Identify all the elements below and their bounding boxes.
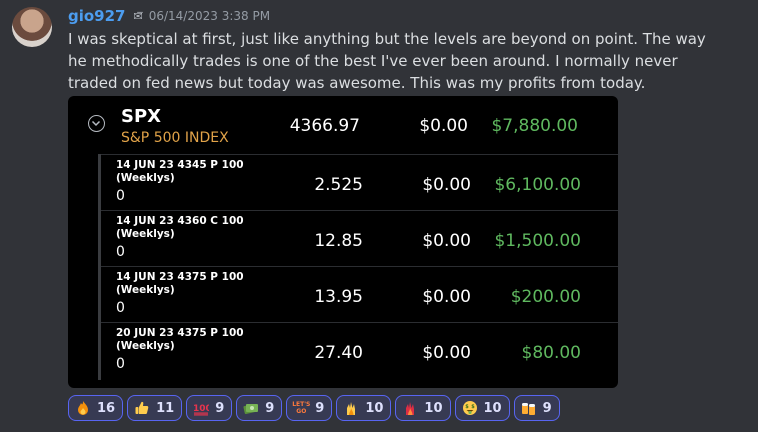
option-profit: $6,100.00 xyxy=(494,175,581,195)
option-contract: 14 JUN 23 4375 P 100 (Weeklys) xyxy=(116,271,244,296)
option-contract: 14 JUN 23 4345 P 100 (Weeklys) xyxy=(116,159,244,184)
option-cost: $0.00 xyxy=(422,343,471,363)
svg-text:$: $ xyxy=(471,404,475,410)
position-rows: 14 JUN 23 4345 P 100 (Weeklys) 0 2.525 $… xyxy=(98,154,618,380)
position-cost: $0.00 xyxy=(419,116,468,136)
reaction-beer[interactable]: 9 xyxy=(513,395,560,421)
option-price: 12.85 xyxy=(314,231,363,251)
money-face-emoji-icon: $ $ xyxy=(462,400,478,416)
reaction-thumbs-up[interactable]: 11 xyxy=(127,395,183,421)
thumbs-up-emoji-icon xyxy=(134,400,150,416)
beer-emoji-icon xyxy=(521,400,537,416)
message-text: I was skeptical at first, just like anyt… xyxy=(68,30,706,92)
user-avatar[interactable] xyxy=(12,7,52,47)
option-profit: $80.00 xyxy=(521,343,581,363)
position-row[interactable]: 14 JUN 23 4375 P 100 (Weeklys) 0 13.95 $… xyxy=(101,266,618,323)
reaction-money[interactable]: 9 xyxy=(236,395,283,421)
reaction-count: 11 xyxy=(156,400,175,416)
reaction-count: 9 xyxy=(542,400,552,416)
fire-hand-emoji-icon xyxy=(343,400,359,416)
position-row[interactable]: 20 JUN 23 4375 P 100 (Weeklys) 0 27.40 $… xyxy=(101,322,618,379)
reaction-fire[interactable]: 16 xyxy=(68,395,124,421)
reaction-count: 16 xyxy=(97,400,116,416)
reaction-money-face[interactable]: $ $ 10 xyxy=(454,395,510,421)
position-profit: $7,880.00 xyxy=(491,116,578,136)
reactions-bar: 16 11 100 9 9 LET'S GO 9 10 10 $ $ 10 9 xyxy=(68,395,560,421)
collapse-chevron-icon[interactable] xyxy=(88,115,105,132)
option-contract: 14 JUN 23 4360 C 100 (Weeklys) xyxy=(116,215,244,240)
reaction-lets-go[interactable]: LET'S GO 9 xyxy=(286,395,333,421)
timestamp: 06/14/2023 3:38 PM xyxy=(148,9,271,23)
option-contract: 20 JUN 23 4375 P 100 (Weeklys) xyxy=(116,327,244,352)
option-price: 27.40 xyxy=(314,343,363,363)
username[interactable]: gio927 xyxy=(68,7,126,25)
fire-emoji-icon xyxy=(75,400,91,416)
reaction-hundred[interactable]: 100 9 xyxy=(186,395,233,421)
option-quantity: 0 xyxy=(116,244,125,260)
position-symbol: SPX xyxy=(121,106,162,127)
svg-text:$: $ xyxy=(465,404,469,410)
option-profit: $1,500.00 xyxy=(494,231,581,251)
user-badge-icon: ✉̅ xyxy=(133,9,143,23)
option-profit: $200.00 xyxy=(510,287,581,307)
reaction-red-fire-hand[interactable]: 10 xyxy=(395,395,451,421)
lets-go-emoji-text: LET'S GO xyxy=(292,401,311,415)
reaction-count: 10 xyxy=(365,400,384,416)
reaction-count: 10 xyxy=(424,400,443,416)
reaction-count: 9 xyxy=(265,400,275,416)
option-price: 13.95 xyxy=(314,287,363,307)
reaction-count: 10 xyxy=(483,400,502,416)
position-row[interactable]: 14 JUN 23 4360 C 100 (Weeklys) 0 12.85 $… xyxy=(101,210,618,267)
position-name: S&P 500 INDEX xyxy=(121,130,229,146)
option-quantity: 0 xyxy=(116,188,125,204)
position-price: 4366.97 xyxy=(289,116,360,136)
option-cost: $0.00 xyxy=(422,287,471,307)
position-row[interactable]: 14 JUN 23 4345 P 100 (Weeklys) 0 2.525 $… xyxy=(101,154,618,211)
reaction-count: 9 xyxy=(215,400,225,416)
message-header: gio927 ✉̅ 06/14/2023 3:38 PM xyxy=(68,6,270,26)
positions-card: SPX S&P 500 INDEX 4366.97 $0.00 $7,880.0… xyxy=(68,96,618,388)
option-cost: $0.00 xyxy=(422,231,471,251)
hundred-emoji-icon: 100 xyxy=(193,400,209,416)
money-emoji-icon xyxy=(243,400,259,416)
red-fire-hand-emoji-icon xyxy=(402,400,418,416)
lets-go-emoji-icon: LET'S GO xyxy=(292,400,311,416)
option-quantity: 0 xyxy=(116,356,125,372)
option-price: 2.525 xyxy=(314,175,363,195)
option-quantity: 0 xyxy=(116,300,125,316)
option-cost: $0.00 xyxy=(422,175,471,195)
reaction-fire-hand[interactable]: 10 xyxy=(336,395,392,421)
position-summary: SPX S&P 500 INDEX 4366.97 $0.00 $7,880.0… xyxy=(68,96,618,154)
reaction-count: 9 xyxy=(315,400,325,416)
